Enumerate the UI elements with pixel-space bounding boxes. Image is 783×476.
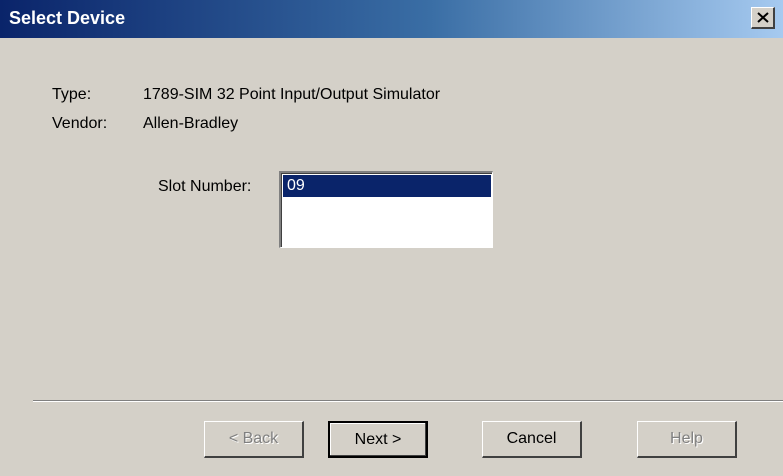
- type-label: Type:: [52, 86, 92, 103]
- vendor-label: Vendor:: [52, 115, 108, 132]
- cancel-button[interactable]: Cancel: [482, 421, 582, 458]
- help-button[interactable]: Help: [637, 421, 737, 458]
- vendor-value: Allen-Bradley: [143, 115, 239, 132]
- slot-number-label: Slot Number:: [158, 178, 252, 195]
- slot-option-09[interactable]: 09: [283, 175, 491, 197]
- title-bar[interactable]: Select Device: [0, 0, 783, 38]
- next-button[interactable]: Next >: [328, 421, 428, 458]
- close-button[interactable]: [751, 7, 775, 29]
- slot-number-listbox[interactable]: 09: [279, 171, 493, 248]
- close-icon: [756, 12, 769, 23]
- listbox-frame: 09: [281, 173, 492, 247]
- select-device-dialog: Select Device Type: 1789-SIM 32 Point In…: [0, 0, 783, 476]
- window-title: Select Device: [9, 8, 126, 28]
- separator-line: [33, 400, 783, 402]
- type-value: 1789-SIM 32 Point Input/Output Simulator: [143, 86, 441, 103]
- back-button[interactable]: < Back: [204, 421, 304, 458]
